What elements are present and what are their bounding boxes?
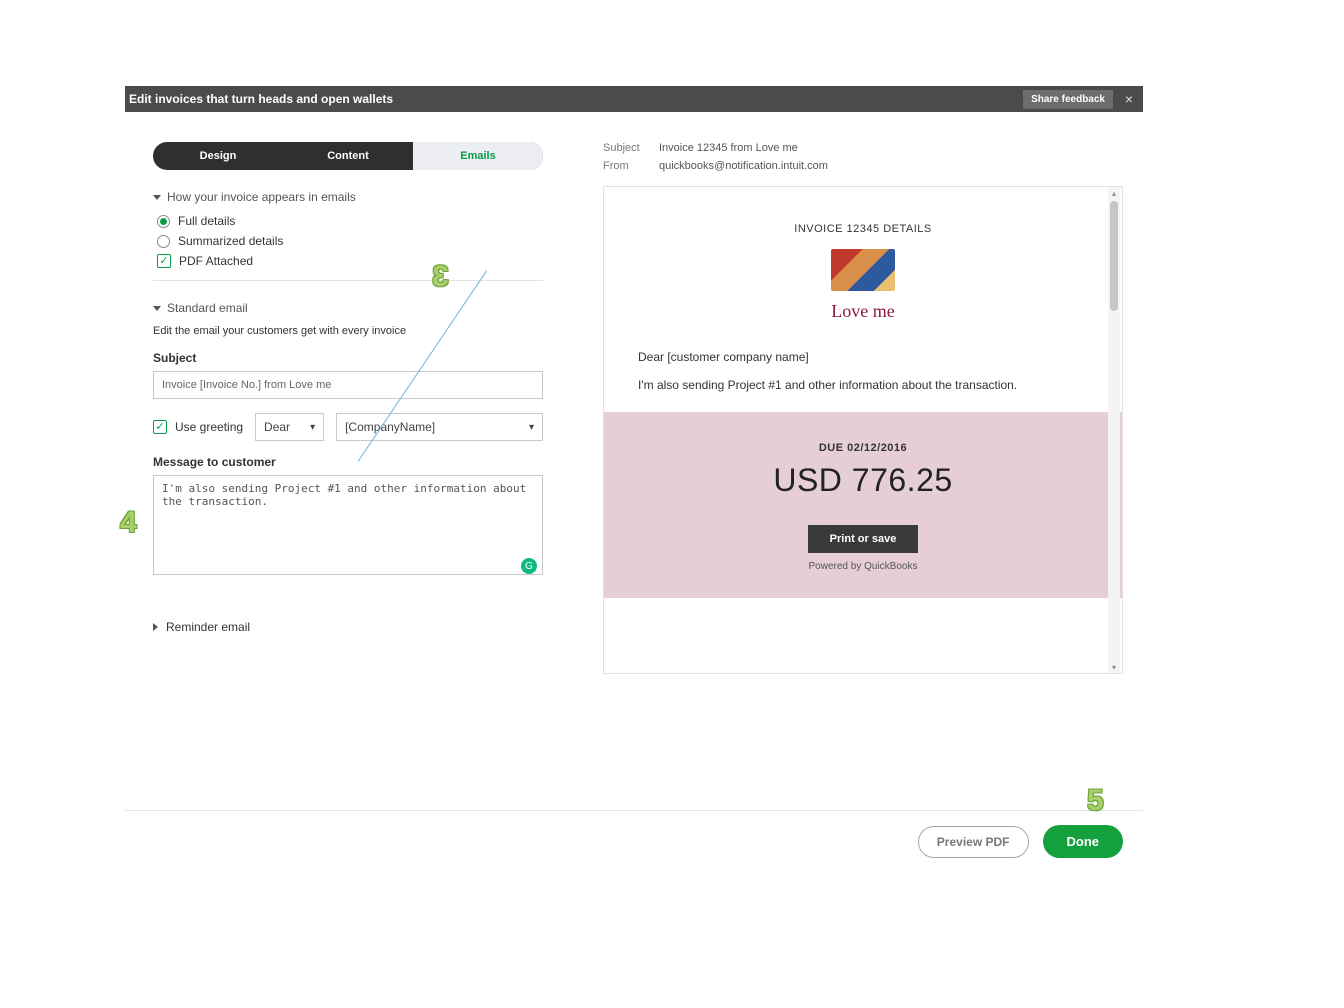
print-or-save-button[interactable]: Print or save	[808, 525, 919, 553]
message-textarea[interactable]	[153, 475, 543, 575]
scroll-thumb[interactable]	[1110, 201, 1118, 311]
share-feedback-button[interactable]: Share feedback	[1023, 90, 1113, 109]
settings-panel: Design Content Emails How your invoice a…	[153, 142, 543, 674]
radio-label: Full details	[178, 214, 235, 228]
chevron-down-icon: ▾	[310, 422, 315, 433]
scroll-down-icon[interactable]: ▾	[1108, 661, 1120, 673]
message-line: I'm also sending Project #1 and other in…	[638, 378, 1098, 392]
greeting-word-select[interactable]: Dear ▾	[255, 413, 324, 441]
footer-bar: Preview PDF Done	[125, 810, 1143, 872]
radio-full-details[interactable]: Full details	[157, 214, 543, 228]
tab-content[interactable]: Content	[283, 142, 413, 170]
section-reminder-email[interactable]: Reminder email	[153, 620, 543, 634]
email-preview: ▴ ▾ INVOICE 12345 DETAILS Love me Dear […	[603, 186, 1123, 674]
close-icon[interactable]: ×	[1121, 91, 1137, 107]
company-logo	[831, 249, 895, 291]
section-label: How your invoice appears in emails	[167, 190, 356, 204]
tab-emails[interactable]: Emails	[413, 142, 543, 170]
amount-box: DUE 02/12/2016 USD 776.25 Print or save …	[604, 412, 1122, 598]
invoice-amount: USD 776.25	[604, 462, 1122, 499]
radio-icon	[157, 215, 170, 228]
help-text: Edit the email your customers get with e…	[153, 325, 543, 337]
chevron-down-icon: ▾	[529, 422, 534, 433]
done-button[interactable]: Done	[1043, 825, 1124, 858]
meta-label: From	[603, 160, 659, 172]
chevron-down-icon	[153, 195, 161, 200]
preview-pdf-button[interactable]: Preview PDF	[918, 826, 1029, 858]
chevron-down-icon	[153, 306, 161, 311]
checkbox-label: PDF Attached	[179, 254, 253, 268]
message-label: Message to customer	[153, 455, 543, 469]
checkbox-use-greeting[interactable]: ✓ Use greeting	[153, 420, 243, 434]
powered-by: Powered by QuickBooks	[604, 561, 1122, 572]
select-value: [CompanyName]	[345, 420, 435, 434]
greeting-token-select[interactable]: [CompanyName] ▾	[336, 413, 543, 441]
radio-icon	[157, 235, 170, 248]
subject-input[interactable]	[153, 371, 543, 399]
checkbox-icon: ✓	[157, 254, 171, 268]
section-label: Standard email	[167, 301, 248, 315]
preview-from-row: From quickbooks@notification.intuit.com	[603, 160, 1123, 172]
meta-label: Subject	[603, 142, 659, 154]
scroll-up-icon[interactable]: ▴	[1108, 187, 1120, 199]
checkbox-pdf-attached[interactable]: ✓ PDF Attached	[157, 254, 543, 268]
meta-value: Invoice 12345 from Love me	[659, 142, 798, 154]
invoice-details-title: INVOICE 12345 DETAILS	[628, 223, 1098, 235]
tabs: Design Content Emails	[153, 142, 543, 170]
checkbox-icon: ✓	[153, 420, 167, 434]
checkbox-label: Use greeting	[175, 420, 243, 434]
page-title: Edit invoices that turn heads and open w…	[129, 92, 1023, 106]
scrollbar[interactable]: ▴ ▾	[1108, 187, 1120, 673]
greeting-line: Dear [customer company name]	[638, 350, 1098, 364]
radio-label: Summarized details	[178, 234, 283, 248]
header-bar: Edit invoices that turn heads and open w…	[125, 86, 1143, 112]
preview-subject-row: Subject Invoice 12345 from Love me	[603, 142, 1123, 154]
select-value: Dear	[264, 420, 290, 434]
section-standard-email[interactable]: Standard email	[153, 301, 543, 315]
section-label: Reminder email	[166, 620, 250, 634]
subject-label: Subject	[153, 351, 543, 365]
meta-value: quickbooks@notification.intuit.com	[659, 160, 828, 172]
company-name: Love me	[628, 301, 1098, 322]
due-date: DUE 02/12/2016	[604, 442, 1122, 454]
section-email-appearance[interactable]: How your invoice appears in emails	[153, 190, 543, 204]
radio-summarized[interactable]: Summarized details	[157, 234, 543, 248]
grammarly-icon[interactable]: G	[521, 558, 537, 574]
tab-design[interactable]: Design	[153, 142, 283, 170]
divider	[153, 280, 543, 281]
chevron-right-icon	[153, 623, 158, 631]
preview-panel: Subject Invoice 12345 from Love me From …	[603, 142, 1123, 674]
